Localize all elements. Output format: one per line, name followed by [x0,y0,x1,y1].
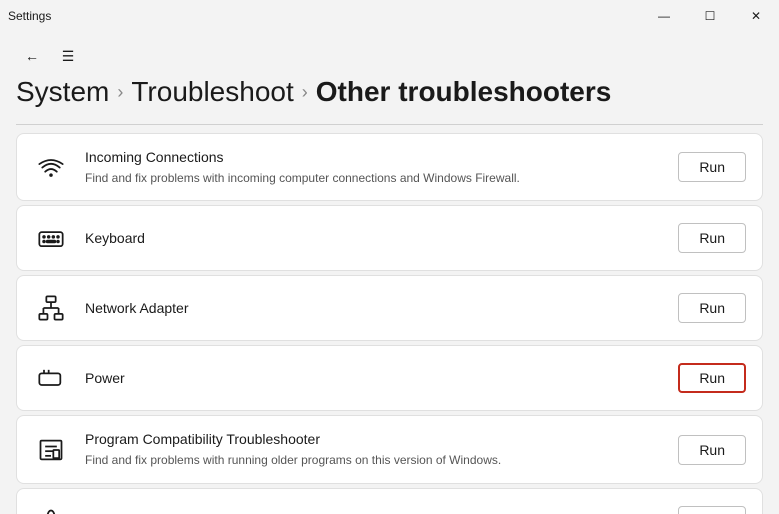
troubleshooter-item: Incoming Connections Find and fix problem… [16,133,763,201]
run-button[interactable]: Run [678,363,746,393]
ts-info: Incoming Connections Find and fix problem… [85,148,662,186]
breadcrumb-current: Other troubleshooters [316,76,612,108]
troubleshooter-item: Program Compatibility Troubleshooter Find… [16,415,763,483]
breadcrumb-troubleshoot[interactable]: Troubleshoot [131,76,293,108]
top-divider [16,124,763,125]
breadcrumb: System › Troubleshoot › Other troublesho… [0,76,779,124]
troubleshooter-item: Keyboard Run [16,205,763,271]
power-icon [33,360,69,396]
troubleshooter-item: Recording AudioRun [16,488,763,514]
title-bar-controls: — ☐ ✕ [641,0,779,32]
minimize-button[interactable]: — [641,0,687,32]
close-button[interactable]: ✕ [733,0,779,32]
ts-name: Incoming Connections [85,148,662,168]
ts-info: Network Adapter [85,299,662,319]
run-button[interactable]: Run [678,223,746,253]
run-button[interactable]: Run [678,152,746,182]
content-area: Incoming Connections Find and fix problem… [0,124,779,514]
keyboard-icon [33,220,69,256]
title-bar-title: Settings [8,9,51,23]
ts-info: Program Compatibility Troubleshooter Find… [85,430,662,468]
troubleshooter-item: Network Adapter Run [16,275,763,341]
network-icon [33,290,69,326]
breadcrumb-system[interactable]: System [16,76,109,108]
ts-name: Network Adapter [85,299,662,319]
breadcrumb-sep-1: › [117,82,123,103]
run-button[interactable]: Run [678,435,746,465]
run-button[interactable]: Run [678,506,746,514]
troubleshooter-list: Incoming Connections Find and fix problem… [16,133,763,514]
ts-name: Program Compatibility Troubleshooter [85,430,662,450]
run-button[interactable]: Run [678,293,746,323]
ts-desc: Find and fix problems with running older… [85,452,662,469]
title-bar-left: Settings [8,9,51,23]
maximize-button[interactable]: ☐ [687,0,733,32]
title-bar: Settings — ☐ ✕ [0,0,779,32]
ts-name: Keyboard [85,229,662,249]
ts-desc: Find and fix problems with incoming comp… [85,170,662,187]
troubleshooter-item: Power Run [16,345,763,411]
audio-icon [33,503,69,514]
breadcrumb-sep-2: › [302,82,308,103]
nav-row: ← ☰ [0,32,779,76]
ts-info: Keyboard [85,229,662,249]
wifi-icon [33,149,69,185]
back-button[interactable]: ← [16,40,48,72]
hamburger-button[interactable]: ☰ [52,40,84,72]
ts-info: Power [85,369,662,389]
ts-name: Power [85,369,662,389]
program-icon [33,432,69,468]
